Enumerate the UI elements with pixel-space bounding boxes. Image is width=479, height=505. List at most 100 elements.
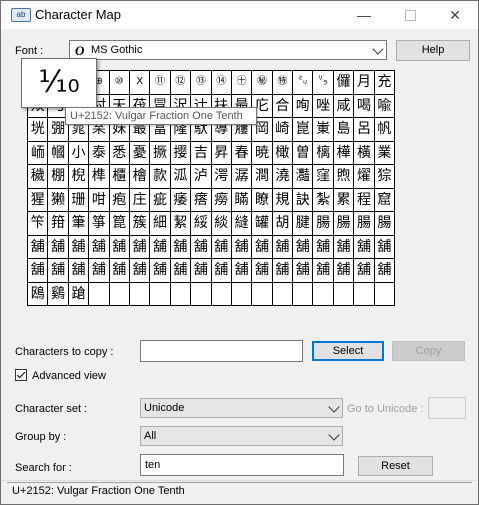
character-cell[interactable]: 箟	[109, 212, 130, 236]
character-cell[interactable]: ㊙	[252, 71, 273, 95]
character-cell[interactable]: 累	[333, 188, 355, 212]
character-cell[interactable]: 榫	[89, 165, 110, 189]
title-bar[interactable]: ab Character Map — ✕	[1, 1, 478, 29]
character-cell[interactable]: 小	[68, 141, 90, 165]
character-cell[interactable]: 舖	[191, 259, 212, 283]
character-cell[interactable]: 舖	[313, 235, 334, 259]
character-cell[interactable]	[109, 282, 130, 306]
character-cell[interactable]: 月	[354, 71, 375, 95]
character-cell[interactable]: 舖	[68, 259, 90, 283]
character-cell[interactable]: 咰	[293, 94, 314, 118]
character-cell[interactable]	[333, 282, 355, 306]
character-cell[interactable]	[191, 282, 212, 306]
character-cell[interactable]: 舖	[109, 259, 130, 283]
character-cell[interactable]: 舖	[313, 259, 334, 283]
character-cell[interactable]: 腸	[374, 212, 396, 236]
character-cell[interactable]: 胡	[272, 212, 294, 236]
character-cell[interactable]: 笇	[28, 212, 49, 236]
character-cell[interactable]: ㍒	[313, 71, 334, 95]
character-cell[interactable]: 舖	[333, 259, 355, 283]
character-cell[interactable]: 樺	[333, 141, 355, 165]
character-cell[interactable]: 撄	[170, 141, 192, 165]
character-cell[interactable]: ⑫	[170, 71, 192, 95]
character-cell[interactable]: 疵	[150, 188, 171, 212]
character-cell[interactable]: 悉	[109, 141, 130, 165]
character-cell[interactable]: 舖	[150, 259, 171, 283]
character-cell[interactable]: 湂	[211, 165, 232, 189]
character-cell[interactable]: 灩	[293, 165, 314, 189]
character-cell[interactable]: 款	[150, 165, 171, 189]
character-cell[interactable]: 箏	[89, 212, 110, 236]
character-cell[interactable]: 澆	[272, 165, 294, 189]
character-cell[interactable]: 規	[272, 188, 294, 212]
character-cell[interactable]: 唑	[313, 94, 334, 118]
character-cell[interactable]: 合	[272, 94, 294, 118]
character-cell[interactable]: 舖	[48, 259, 69, 283]
reset-button[interactable]: Reset	[358, 456, 433, 476]
character-cell[interactable]: 櫃	[109, 165, 130, 189]
group-by-dropdown[interactable]: All	[140, 426, 343, 446]
character-cell[interactable]: 舖	[374, 235, 396, 259]
character-cell[interactable]: ⑭	[211, 71, 232, 95]
character-cell[interactable]: 峏	[28, 141, 49, 165]
character-cell[interactable]: 舖	[129, 235, 151, 259]
character-cell[interactable]: 舖	[231, 259, 253, 283]
character-cell[interactable]: 穢	[28, 165, 49, 189]
character-cell[interactable]: 腸	[333, 212, 355, 236]
search-input[interactable]: ten	[140, 454, 344, 476]
character-cell[interactable]: 腸	[313, 212, 334, 236]
character-cell[interactable]: 絜	[170, 212, 192, 236]
character-cell[interactable]: ㊉	[231, 71, 253, 95]
character-cell[interactable]: 舖	[170, 259, 192, 283]
character-cell[interactable]: 鷄	[48, 282, 69, 306]
character-cell[interactable]: 曽	[293, 141, 314, 165]
character-cell[interactable]: 庄	[129, 188, 151, 212]
character-cell[interactable]: 舖	[354, 259, 375, 283]
character-cell[interactable]	[293, 282, 314, 306]
minimize-button[interactable]: —	[341, 1, 387, 29]
character-cell[interactable]: 痿	[170, 188, 192, 212]
character-cell[interactable]: 舖	[28, 259, 49, 283]
character-cell[interactable]: 訣	[293, 188, 314, 212]
characters-to-copy-input[interactable]	[140, 340, 303, 362]
character-cell[interactable]: 窟	[374, 188, 396, 212]
character-cell[interactable]: 春	[231, 141, 253, 165]
character-cell[interactable]: 棚	[48, 165, 69, 189]
character-cell[interactable]: 猩	[28, 188, 49, 212]
character-cell[interactable]: 紮	[313, 188, 334, 212]
character-cell[interactable]: 泸	[191, 165, 212, 189]
character-cell[interactable]: 程	[354, 188, 375, 212]
character-cell[interactable]: Ⅹ	[129, 71, 151, 95]
character-cell[interactable]: 腱	[293, 212, 314, 236]
character-cell[interactable]: 舖	[89, 235, 110, 259]
character-cell[interactable]: 舖	[252, 235, 273, 259]
character-cell[interactable]: 咁	[89, 188, 110, 212]
character-cell[interactable]	[272, 282, 294, 306]
character-cell[interactable]: 縫	[231, 212, 253, 236]
character-cell[interactable]: 喩	[374, 94, 396, 118]
character-cell[interactable]: 癆	[211, 188, 232, 212]
character-cell[interactable]: 喝	[354, 94, 375, 118]
character-cell[interactable]	[313, 282, 334, 306]
character-cell[interactable]: 澗	[252, 165, 273, 189]
character-cell[interactable]	[150, 282, 171, 306]
character-cell[interactable]: 幗	[48, 141, 69, 165]
character-cell[interactable]	[354, 282, 375, 306]
character-cell[interactable]: 舖	[272, 259, 294, 283]
character-cell[interactable]: 咸	[333, 94, 355, 118]
character-cell[interactable]: 舖	[68, 235, 90, 259]
character-cell[interactable]: 業	[374, 141, 396, 165]
character-cell[interactable]: 疱	[109, 188, 130, 212]
character-cell[interactable]: 舖	[170, 235, 192, 259]
character-cell[interactable]: ⑬	[191, 71, 212, 95]
character-cell[interactable]: 潺	[231, 165, 253, 189]
character-cell[interactable]	[89, 282, 110, 306]
character-cell[interactable]	[211, 282, 232, 306]
character-cell[interactable]: 帆	[374, 118, 396, 142]
advanced-view-checkbox[interactable]	[15, 369, 27, 381]
character-cell[interactable]: 棿	[68, 165, 90, 189]
character-cell[interactable]: 昇	[211, 141, 232, 165]
character-cell[interactable]: 垙	[28, 118, 49, 142]
character-cell[interactable]: 燿	[354, 165, 375, 189]
character-cell[interactable]: 腸	[354, 212, 375, 236]
